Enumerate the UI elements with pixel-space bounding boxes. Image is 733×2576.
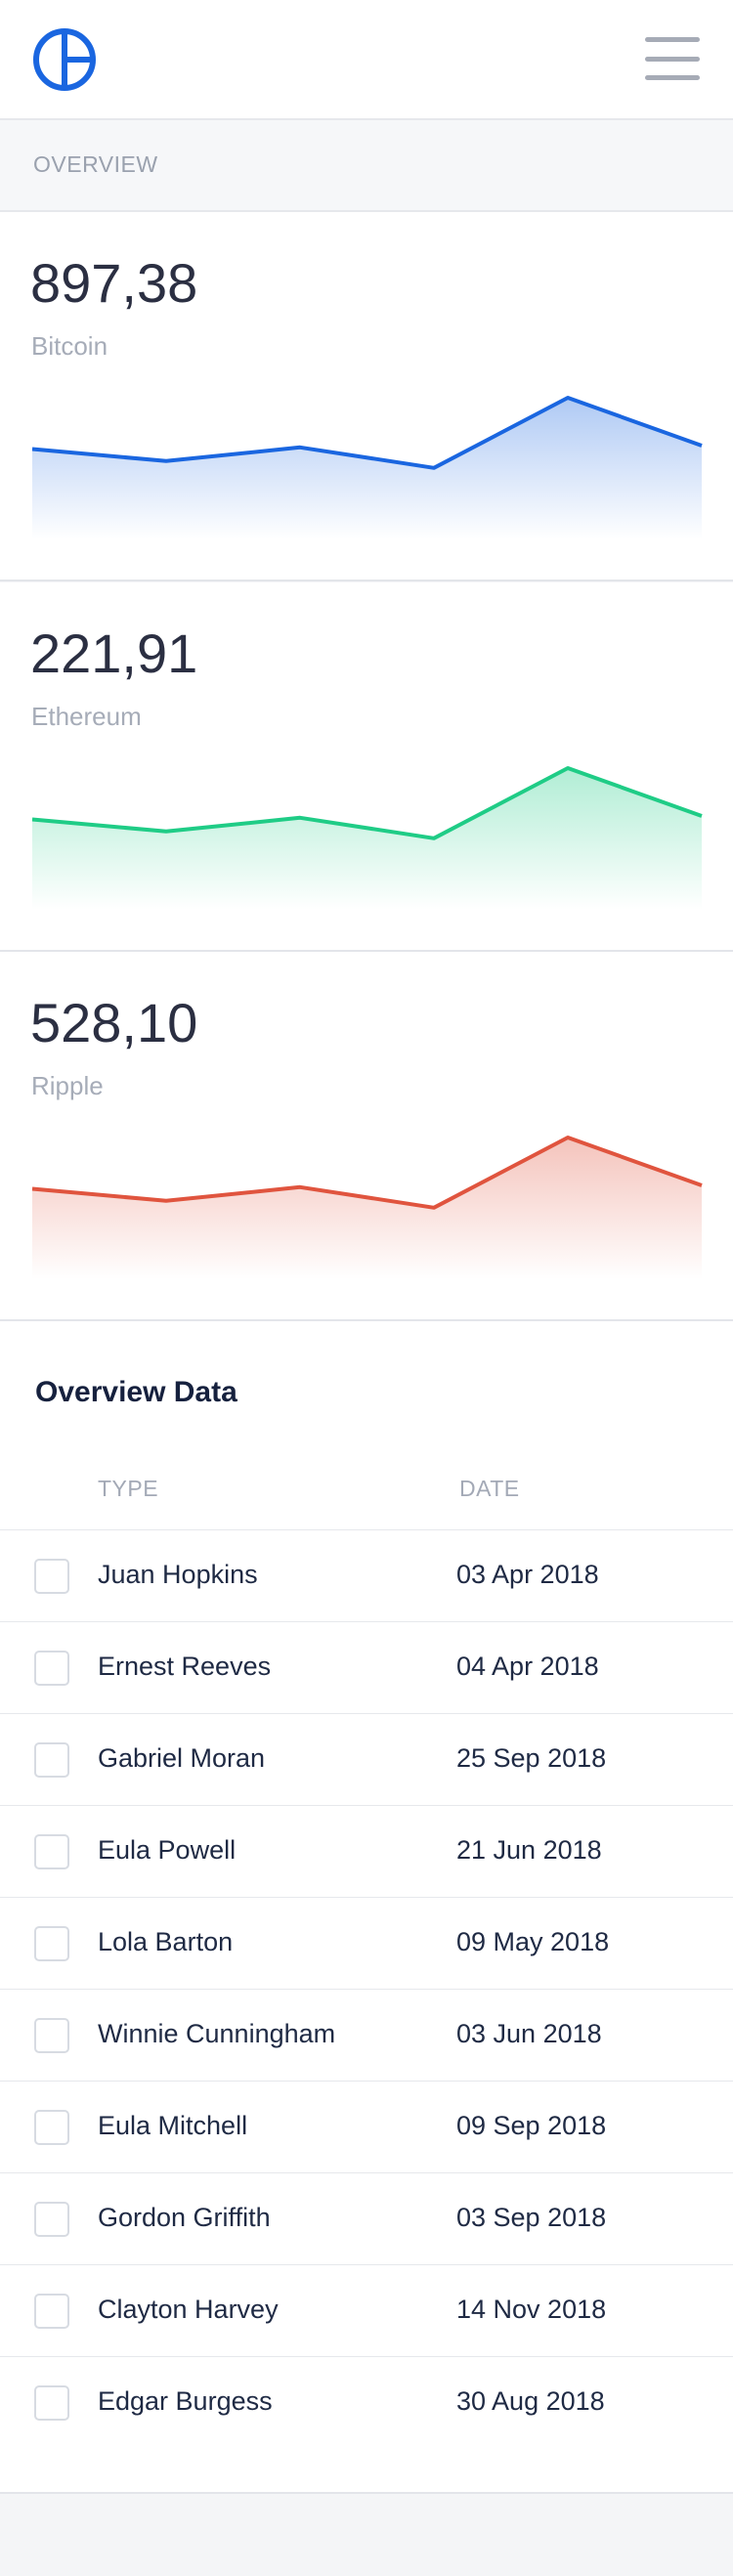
row-name: Eula Mitchell — [98, 2111, 248, 2140]
row-date: 03 Sep 2018 — [456, 2203, 607, 2232]
coin-label: Bitcoin — [31, 331, 108, 361]
table-row[interactable]: Clayton Harvey 14 Nov 2018 — [0, 2265, 733, 2357]
row-checkbox[interactable] — [34, 1559, 69, 1594]
row-date: 14 Nov 2018 — [456, 2295, 607, 2324]
menu-bar — [645, 37, 700, 42]
sparkline-chart — [31, 1136, 703, 1279]
table-title: Overview Data — [35, 1376, 237, 1408]
table-row[interactable]: Gordon Griffith 03 Sep 2018 — [0, 2173, 733, 2265]
menu-bar — [645, 75, 700, 80]
section-title: OVERVIEW — [33, 151, 158, 177]
row-name: Winnie Cunningham — [98, 2019, 336, 2048]
sparkline-area — [32, 1138, 702, 1279]
row-date: 04 Apr 2018 — [456, 1652, 599, 1681]
pie-logo-icon[interactable] — [31, 26, 98, 93]
row-name: Juan Hopkins — [98, 1560, 258, 1589]
row-date: 25 Sep 2018 — [456, 1743, 607, 1773]
coin-label: Ripple — [31, 1071, 104, 1100]
menu-bar — [645, 56, 700, 62]
row-name: Gordon Griffith — [98, 2203, 271, 2232]
row-checkbox[interactable] — [34, 1926, 69, 1961]
row-name: Edgar Burgess — [98, 2386, 273, 2416]
price-value: 221,91 — [30, 623, 198, 684]
row-date: 09 May 2018 — [456, 1927, 610, 1956]
row-checkbox[interactable] — [34, 2202, 69, 2237]
sparkline-chart — [31, 766, 703, 910]
row-checkbox[interactable] — [34, 1742, 69, 1778]
overview-data-table: Overview Data TYPE DATE Juan Hopkins 03 … — [0, 1321, 733, 2494]
row-name: Clayton Harvey — [98, 2295, 279, 2324]
row-name: Ernest Reeves — [98, 1652, 272, 1681]
table-row[interactable]: Lola Barton 09 May 2018 — [0, 1898, 733, 1990]
table-row[interactable]: Eula Powell 21 Jun 2018 — [0, 1806, 733, 1898]
row-checkbox[interactable] — [34, 1834, 69, 1869]
table-row[interactable]: Winnie Cunningham 03 Jun 2018 — [0, 1990, 733, 2082]
row-checkbox[interactable] — [34, 2018, 69, 2053]
table-row[interactable]: Gabriel Moran 25 Sep 2018 — [0, 1714, 733, 1806]
hamburger-menu-icon[interactable] — [645, 37, 700, 80]
row-name: Gabriel Moran — [98, 1743, 266, 1773]
column-header-type[interactable]: TYPE — [98, 1476, 158, 1502]
price-card-ripple: 528,10 Ripple — [0, 952, 733, 1321]
row-date: 09 Sep 2018 — [456, 2111, 607, 2140]
price-value: 897,38 — [30, 252, 198, 314]
row-date: 03 Apr 2018 — [456, 1560, 599, 1589]
top-header — [0, 0, 733, 120]
row-checkbox[interactable] — [34, 2385, 69, 2421]
sparkline-area — [32, 768, 702, 910]
column-header-date[interactable]: DATE — [459, 1476, 520, 1502]
sparkline-chart — [31, 396, 703, 539]
price-value: 528,10 — [30, 992, 198, 1053]
row-date: 03 Jun 2018 — [456, 2019, 602, 2048]
table-row[interactable]: Eula Mitchell 09 Sep 2018 — [0, 2082, 733, 2173]
row-date: 30 Aug 2018 — [456, 2386, 605, 2416]
table-row[interactable]: Edgar Burgess 30 Aug 2018 — [0, 2357, 733, 2449]
row-checkbox[interactable] — [34, 2294, 69, 2329]
table-row[interactable]: Juan Hopkins 03 Apr 2018 — [0, 1530, 733, 1622]
coin-label: Ethereum — [31, 702, 142, 731]
price-card-ethereum: 221,91 Ethereum — [0, 582, 733, 952]
section-header: OVERVIEW — [0, 120, 733, 212]
row-name: Eula Powell — [98, 1835, 237, 1865]
row-checkbox[interactable] — [34, 2110, 69, 2145]
table-row[interactable]: Ernest Reeves 04 Apr 2018 — [0, 1622, 733, 1714]
sparkline-area — [32, 398, 702, 539]
row-checkbox[interactable] — [34, 1651, 69, 1686]
row-name: Lola Barton — [98, 1927, 234, 1956]
price-card-bitcoin: 897,38 Bitcoin — [0, 212, 733, 581]
row-date: 21 Jun 2018 — [456, 1835, 602, 1865]
